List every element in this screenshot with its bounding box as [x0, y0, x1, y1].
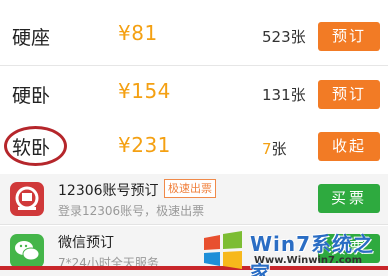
channel-12306[interactable]: 12306账号预订 极速出票 登录12306账号，极速出票 买票 [0, 174, 388, 225]
watermark-brand: Win7系统之家 [250, 232, 375, 276]
seat-price: ¥231 [118, 133, 171, 157]
railway-12306-icon [10, 182, 44, 216]
seat-type-label: 硬座 [12, 27, 51, 49]
seat-count-number: 523 [262, 28, 291, 46]
channel-title: 微信预订 [58, 235, 114, 251]
highlight-circle-annotation [4, 126, 67, 166]
seat-row-hard-seat: 硬座 ¥81 523张 预订 [0, 9, 388, 66]
seat-row-hard-sleeper: 硬卧 ¥154 131张 预订 [0, 67, 388, 124]
seat-price: ¥154 [118, 79, 171, 103]
seat-count-number: 7 [262, 140, 272, 158]
book-button[interactable]: 预订 [318, 22, 380, 51]
seat-count-unit: 张 [290, 28, 306, 46]
seat-price: ¥81 [118, 21, 158, 45]
site-watermark: Win7系统之家 Www.Winwin7.com [196, 226, 388, 276]
channel-title: 12306账号预订 [58, 183, 159, 199]
buy-ticket-button[interactable]: 买票 [318, 184, 380, 213]
seat-count-unit: 张 [271, 140, 287, 158]
wechat-icon [10, 234, 44, 268]
fast-ticket-badge: 极速出票 [164, 179, 216, 198]
channel-subtitle: 登录12306账号，极速出票 [58, 204, 205, 218]
seat-type-label: 硬卧 [12, 85, 51, 107]
seat-count: 523张 [262, 26, 306, 47]
seat-count: 131张 [262, 84, 306, 105]
watermark-url: Www.Winwin7.com [254, 255, 363, 266]
seat-count-unit: 张 [290, 86, 306, 104]
seat-count-number: 131 [262, 86, 291, 104]
collapse-button[interactable]: 收起 [318, 132, 380, 161]
windows-logo-icon [204, 231, 242, 269]
seat-count: 7张 [262, 138, 287, 159]
book-button[interactable]: 预订 [318, 80, 380, 109]
